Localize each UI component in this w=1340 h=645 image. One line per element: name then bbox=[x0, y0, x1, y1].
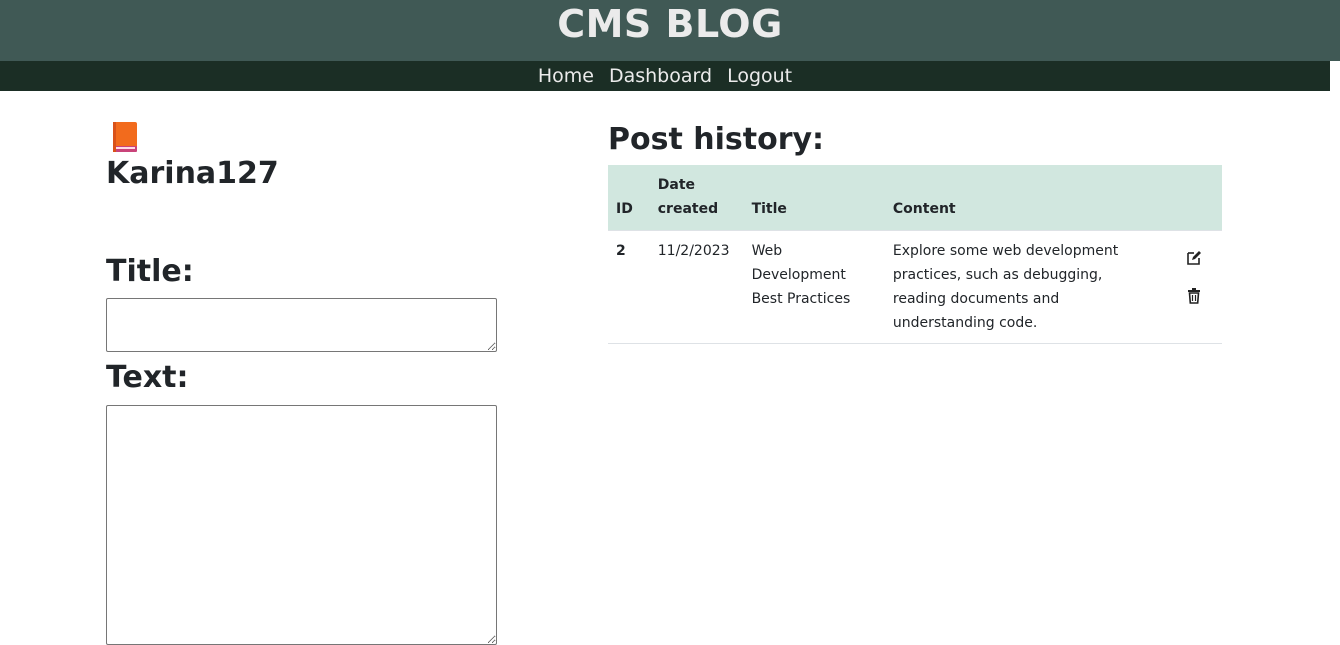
column-header-title: Title bbox=[743, 165, 885, 231]
column-header-id: ID bbox=[608, 165, 650, 231]
table-row: 2 11/2/2023 Web Development Best Practic… bbox=[608, 230, 1222, 344]
text-input[interactable] bbox=[106, 405, 497, 645]
table-header-row: ID Date created Title Content bbox=[608, 165, 1222, 231]
column-header-date-label: Date created bbox=[657, 177, 719, 217]
username: Karina127 bbox=[106, 156, 279, 191]
trash-icon[interactable] bbox=[1185, 287, 1203, 305]
post-history-panel: Post history: ID Date created Title Cont… bbox=[608, 120, 1222, 344]
post-title-cell: Web Development Best Practices bbox=[743, 230, 885, 344]
column-header-date: Date created bbox=[649, 165, 744, 231]
edit-icon[interactable] bbox=[1185, 249, 1203, 267]
post-id-cell: 2 bbox=[608, 230, 650, 344]
post-actions-cell bbox=[1166, 230, 1222, 344]
new-post-panel: Karina127 Title: Text: bbox=[106, 120, 506, 645]
post-title: Web Development Best Practices bbox=[751, 243, 851, 307]
main-nav: Home Dashboard Logout bbox=[0, 61, 1330, 91]
site-header: CMS BLOG bbox=[0, 0, 1340, 61]
column-header-actions bbox=[1166, 165, 1222, 231]
title-label: Title: bbox=[106, 254, 194, 289]
nav-dashboard-link[interactable]: Dashboard bbox=[609, 65, 712, 87]
site-title: CMS BLOG bbox=[557, 1, 783, 46]
post-history-table: ID Date created Title Content 2 11/2/202… bbox=[608, 165, 1222, 344]
post-date-cell: 11/2/2023 bbox=[649, 230, 744, 344]
title-input[interactable] bbox=[106, 298, 497, 352]
scrollbar-gap bbox=[1330, 61, 1340, 91]
post-content-cell: Explore some web development practices, … bbox=[884, 230, 1167, 344]
column-header-content: Content bbox=[884, 165, 1167, 231]
nav-home-link[interactable]: Home bbox=[538, 65, 594, 87]
post-history-heading: Post history: bbox=[608, 122, 825, 157]
nav-logout-link[interactable]: Logout bbox=[727, 65, 792, 87]
book-icon bbox=[113, 122, 137, 152]
text-label: Text: bbox=[106, 360, 189, 395]
